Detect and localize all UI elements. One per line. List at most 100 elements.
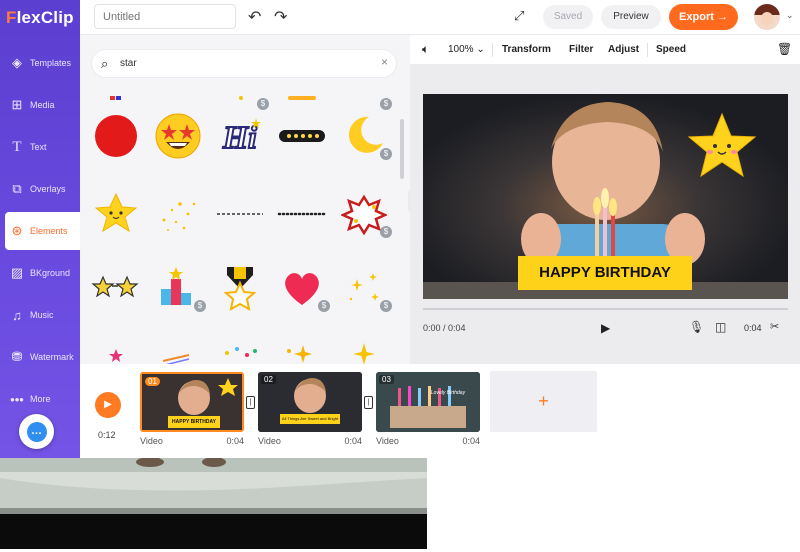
trash-icon[interactable]: 🗑︎: [777, 42, 792, 56]
avatar-face: [761, 12, 773, 25]
element-hi-sticker[interactable]: Hi: [214, 110, 266, 162]
overlay-text[interactable]: HAPPY BIRTHDAY: [518, 256, 692, 290]
divider: [647, 43, 648, 57]
timeline-play-button[interactable]: ▶: [95, 392, 121, 418]
element-dots-bar[interactable]: [276, 110, 328, 162]
play-icon[interactable]: ▶: [601, 321, 610, 335]
split-icon[interactable]: ◫: [715, 320, 726, 334]
elements-grid: $ $ Hi $ $ $ $ $: [90, 90, 400, 364]
clip-caption: HAPPY BIRTHDAY: [172, 419, 216, 425]
element-flag[interactable]: [90, 60, 142, 112]
element-heart[interactable]: $: [276, 262, 330, 314]
speed-button[interactable]: Speed: [656, 44, 686, 55]
sidebar-item-music[interactable]: ♫ Music: [0, 296, 80, 334]
elements-panel: ⌕ × $ $: [80, 35, 410, 364]
microphone-icon[interactable]: 🎙︎: [689, 320, 704, 334]
background-icon: ▨: [10, 265, 24, 280]
timeline-clip-1[interactable]: 01 HAPPY BIRTHDAY: [140, 372, 244, 432]
element-orange-bar[interactable]: [276, 60, 328, 112]
video-canvas[interactable]: HAPPY BIRTHDAY: [423, 94, 788, 299]
element-dashed-line[interactable]: [214, 188, 266, 240]
element-star-medal[interactable]: [214, 262, 266, 314]
timeline-clip-2[interactable]: 02 All Things Are Sweet and Bright: [258, 372, 362, 432]
export-button[interactable]: Export →: [669, 4, 738, 30]
element-burst[interactable]: $: [338, 188, 392, 240]
element-shooting-star[interactable]: [152, 336, 204, 364]
element-sparkle-top[interactable]: $: [215, 60, 269, 112]
sparkle-element-icon: [239, 96, 243, 100]
timeline: ▶ 0:12 01 HAPPY BIRTHDAY Video 0:04 | 02…: [80, 364, 800, 458]
element-star-glasses[interactable]: [90, 262, 142, 314]
element-top-right[interactable]: $: [338, 60, 392, 112]
fullscreen-icon[interactable]: ⤢: [514, 8, 524, 24]
project-title-input[interactable]: [94, 4, 236, 29]
adjust-button[interactable]: Adjust: [608, 44, 639, 55]
element-star-eyes-emoji[interactable]: [152, 110, 204, 162]
sidebar-item-text[interactable]: T Text: [0, 128, 80, 166]
transform-button[interactable]: Transform: [502, 44, 551, 55]
bottom-photo-strip: [0, 458, 427, 549]
sidebar-item-media[interactable]: ⊞ Media: [0, 86, 80, 124]
saved-button[interactable]: Saved: [543, 5, 593, 29]
dotted-line-icon: [277, 212, 327, 216]
star-sparkles-icon: [162, 202, 196, 231]
scissors-icon[interactable]: ✂: [770, 320, 779, 333]
chevron-down-icon[interactable]: ⌄: [786, 10, 794, 21]
add-clip-button[interactable]: +: [490, 371, 597, 432]
shooting-star-icon: [162, 354, 190, 364]
app-logo[interactable]: FlexClip: [6, 8, 74, 28]
clip-1-meta: Video 0:04: [140, 436, 244, 446]
premium-badge: $: [380, 226, 392, 238]
premium-badge: $: [380, 148, 392, 160]
element-twinkles[interactable]: $: [338, 262, 392, 314]
element-podium[interactable]: $: [152, 262, 206, 314]
sidebar-item-watermark[interactable]: ⛃ Watermark: [0, 338, 80, 376]
element-gold-sparkle[interactable]: [338, 336, 390, 364]
sidebar-item-overlays[interactable]: ⧉ Overlays: [0, 170, 80, 208]
element-gold-sparkle-cluster[interactable]: [276, 336, 328, 364]
chat-button[interactable]: …: [19, 414, 54, 449]
dots-bar-icon: [279, 130, 325, 142]
star-eyes-emoji-icon: [155, 113, 201, 159]
text-icon: T: [12, 138, 22, 155]
hi-sticker-icon: Hi: [221, 118, 261, 156]
transition-button[interactable]: |: [364, 396, 373, 409]
element-moon[interactable]: $: [338, 110, 392, 162]
sidebar-item-label: Music: [30, 310, 54, 320]
sidebar-item-elements[interactable]: ⊛ Elements: [5, 212, 80, 250]
top-bar: ↶ ↷ ⤢ Saved Preview Export → ⌄: [80, 0, 800, 35]
panel-scrollbar[interactable]: [400, 119, 404, 179]
sidebar-item-templates[interactable]: ◈ Templates: [0, 44, 80, 82]
transition-button[interactable]: |: [246, 396, 255, 409]
app-window: FlexClip ◈ Templates ⊞ Media T Text ⧉ Ov…: [0, 0, 800, 552]
flag-element-icon: [110, 96, 121, 100]
element-pink-stars[interactable]: [90, 336, 142, 364]
volume-icon[interactable]: 🔈︎: [422, 42, 429, 57]
watermark-icon: ⛃: [11, 349, 23, 364]
element-red-circle[interactable]: [90, 110, 142, 162]
star-glasses-icon: [91, 275, 139, 298]
element-cute-star[interactable]: [90, 188, 142, 240]
photo-fragment: [0, 458, 427, 549]
sidebar-item-label: Elements: [30, 226, 68, 236]
more-icon: •••: [10, 391, 24, 407]
redo-icon[interactable]: ↷: [274, 7, 287, 27]
zoom-select[interactable]: 100% ⌄: [448, 44, 485, 55]
clip-type: Video: [258, 436, 281, 446]
current-time: 0:00 / 0:04: [423, 323, 466, 333]
sidebar-item-label: Overlays: [30, 184, 66, 194]
element-dotted-line[interactable]: [276, 188, 328, 240]
preview-button[interactable]: Preview: [601, 5, 661, 29]
sidebar-item-bkground[interactable]: ▨ BKground: [0, 254, 80, 292]
sidebar-item-more[interactable]: ••• More: [0, 380, 80, 418]
undo-icon[interactable]: ↶: [248, 7, 261, 27]
clip-caption: All Things Are Sweet and Bright: [281, 416, 339, 421]
element-star-sparkles[interactable]: [152, 188, 204, 240]
clip-duration: 0:04: [226, 436, 244, 446]
timeline-clip-3[interactable]: 03 Lovely Birthday: [376, 372, 480, 432]
avatar[interactable]: [754, 4, 780, 30]
element-confetti-stars[interactable]: [214, 336, 266, 364]
playback-progress[interactable]: [423, 308, 788, 310]
timeline-total-time: 0:12: [98, 430, 116, 440]
filter-button[interactable]: Filter: [569, 44, 593, 55]
